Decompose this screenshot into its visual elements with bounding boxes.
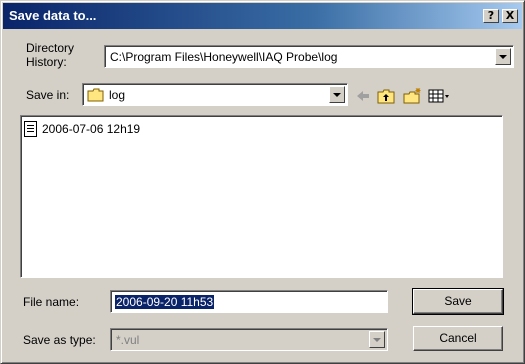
close-button[interactable]: X [502,9,518,23]
help-button[interactable]: ? [483,9,499,23]
folder-icon [87,88,104,102]
title-bar[interactable]: Save data to... ? X [3,3,522,29]
directory-history-dropdown[interactable]: C:\Program Files\Honeywell\IAQ Probe\log [104,45,514,68]
file-name-input[interactable]: 2006-09-20 11h53 [110,290,388,313]
save-dialog: Save data to... ? X Directory History: C… [0,0,525,364]
directory-history-value: C:\Program Files\Honeywell\IAQ Probe\log [110,50,338,64]
file-name-label: 2006-07-06 12h19 [42,122,141,136]
save-as-type-value: *.vul [116,333,140,347]
save-as-type-dropdown[interactable]: *.vul [110,328,388,351]
file-name-label: File name: [23,295,80,309]
new-folder-icon[interactable] [402,87,422,105]
up-folder-icon[interactable] [376,87,396,105]
save-in-value: log [109,88,126,102]
chevron-down-icon[interactable] [369,331,385,348]
directory-history-label-2: History: [26,55,67,69]
save-in-dropdown[interactable]: log [82,83,348,106]
document-icon [24,121,37,137]
back-arrow-icon[interactable] [354,87,372,105]
save-as-type-label: Save as type: [23,333,96,347]
directory-history-label-1: Directory [26,41,75,55]
view-menu-icon[interactable] [427,87,451,105]
chevron-down-icon[interactable] [495,48,511,65]
save-button[interactable]: Save [412,288,504,315]
file-name-value: 2006-09-20 11h53 [115,295,215,309]
save-in-label: Save in: [26,88,70,102]
dialog-title: Save data to... [9,8,97,23]
chevron-down-icon[interactable] [329,86,345,103]
file-list[interactable]: 2006-07-06 12h19 [20,115,503,278]
cancel-button[interactable]: Cancel [413,326,503,351]
